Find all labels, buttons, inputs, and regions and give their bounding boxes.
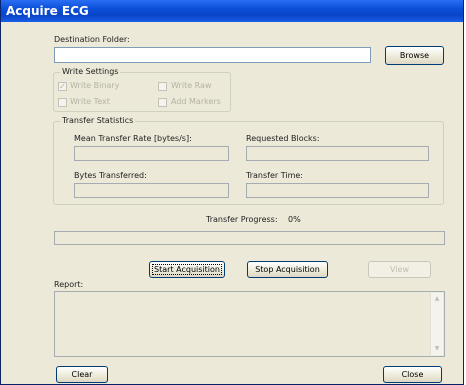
write-binary-checkbox[interactable]: ✓	[58, 82, 67, 91]
add-markers-label: Add Markers	[171, 97, 221, 106]
write-raw-checkbox[interactable]	[158, 82, 167, 91]
destination-folder-label: Destination Folder:	[54, 35, 130, 44]
add-markers-checkbox[interactable]	[158, 98, 167, 107]
bytes-transferred-field	[74, 183, 229, 198]
requested-blocks-field	[246, 146, 429, 161]
start-acquisition-button[interactable]: Start Acquisition	[149, 261, 225, 278]
write-settings-group: Write Settings	[53, 67, 231, 112]
write-raw-label: Write Raw	[171, 81, 212, 90]
write-text-label: Write Text	[70, 97, 110, 106]
view-button[interactable]: View	[368, 261, 431, 278]
destination-folder-input[interactable]	[54, 47, 371, 63]
transfer-statistics-title: Transfer Statistics	[60, 116, 136, 125]
transfer-time-field	[246, 183, 429, 198]
close-button[interactable]: Close	[383, 366, 442, 383]
transfer-progress-label: Transfer Progress:	[206, 215, 278, 224]
report-label: Report:	[54, 280, 84, 289]
stop-acquisition-button[interactable]: Stop Acquisition	[247, 261, 328, 278]
scroll-down-arrow-icon[interactable]: ▼	[432, 344, 442, 354]
bytes-transferred-label: Bytes Transferred:	[74, 171, 147, 180]
report-textarea[interactable]: ▲ ▼	[54, 291, 445, 357]
acquire-ecg-window: Acquire ECG Destination Folder: Browse W…	[0, 0, 464, 385]
requested-blocks-label: Requested Blocks:	[246, 134, 320, 143]
mean-transfer-rate-label: Mean Transfer Rate [bytes/s]:	[74, 134, 192, 143]
scroll-up-arrow-icon[interactable]: ▲	[432, 294, 442, 304]
write-settings-title: Write Settings	[60, 67, 121, 76]
write-binary-label: Write Binary	[70, 81, 120, 90]
browse-button[interactable]: Browse	[385, 46, 444, 65]
mean-transfer-rate-field	[74, 146, 229, 161]
window-title: Acquire ECG	[1, 0, 463, 22]
clear-button[interactable]: Clear	[56, 366, 108, 383]
transfer-time-label: Transfer Time:	[246, 171, 303, 180]
transfer-progress-value: 0%	[288, 215, 301, 224]
check-icon: ✓	[59, 82, 66, 91]
transfer-progress-bar	[54, 231, 445, 245]
write-text-checkbox[interactable]	[58, 98, 67, 107]
report-scrollbar[interactable]: ▲ ▼	[430, 293, 443, 355]
